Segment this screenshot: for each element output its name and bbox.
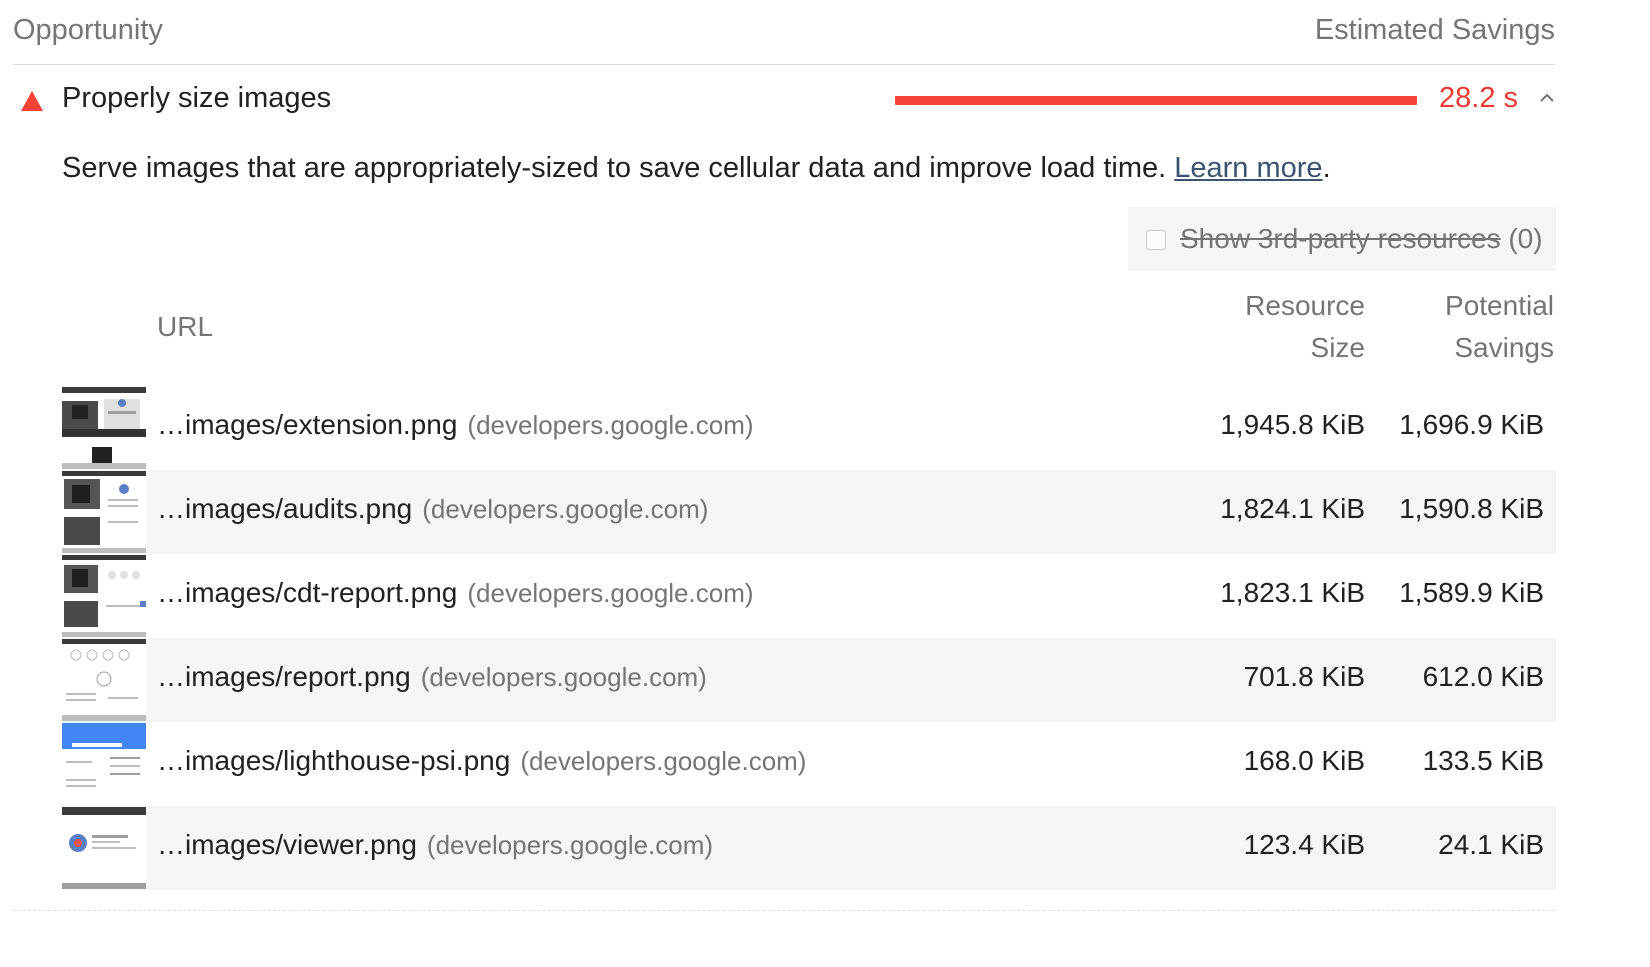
resource-host: (developers.google.com) bbox=[420, 662, 707, 692]
resource-host: (developers.google.com) bbox=[422, 494, 709, 524]
potential-savings-column-header: Potential Savings bbox=[1380, 285, 1554, 369]
table-row: …images/audits.png (developers.google.com… bbox=[62, 470, 1556, 554]
resource-table: …images/extension.png (developers.google.… bbox=[62, 386, 1556, 890]
potential-savings-header-line1: Potential bbox=[1445, 290, 1554, 321]
resource-path: …images/lighthouse-psi.png bbox=[157, 745, 511, 776]
table-row: …images/cdt-report.png (developers.google… bbox=[62, 554, 1556, 638]
resource-host: (developers.google.com) bbox=[467, 410, 754, 440]
third-party-filter: Show 3rd-party resources (0) bbox=[1128, 207, 1556, 271]
resource-url[interactable]: …images/extension.png (developers.google.… bbox=[157, 409, 754, 441]
audit-table-header: Opportunity Estimated Savings bbox=[13, 0, 1555, 65]
savings-bar bbox=[895, 96, 1417, 105]
resource-size: 168.0 KiB bbox=[1243, 745, 1365, 776]
third-party-filter-text: Show 3rd-party resources bbox=[1180, 223, 1501, 254]
potential-savings: 1,589.9 KiB bbox=[1399, 577, 1544, 608]
resource-size-header-line2: Size bbox=[1310, 332, 1365, 363]
table-row: …images/extension.png (developers.google.… bbox=[62, 386, 1556, 470]
audit-description: Serve images that are appropriately-size… bbox=[62, 152, 1331, 185]
thumbnail-image bbox=[62, 639, 146, 721]
resource-size: 701.8 KiB bbox=[1243, 661, 1365, 692]
resource-url[interactable]: …images/cdt-report.png (developers.google… bbox=[157, 577, 754, 609]
thumbnail-image bbox=[62, 555, 146, 637]
potential-savings: 612.0 KiB bbox=[1422, 661, 1544, 692]
resource-size-column-header: Resource Size bbox=[1166, 285, 1365, 369]
description-text: Serve images that are appropriately-size… bbox=[62, 152, 1167, 184]
potential-savings: 24.1 KiB bbox=[1438, 829, 1544, 860]
resource-host: (developers.google.com) bbox=[426, 830, 714, 860]
audit-title: Properly size images bbox=[62, 82, 332, 114]
resource-size: 123.4 KiB bbox=[1243, 829, 1365, 860]
resource-path: …images/cdt-report.png bbox=[157, 577, 458, 608]
resource-host: (developers.google.com) bbox=[520, 746, 807, 776]
resource-host: (developers.google.com) bbox=[467, 578, 754, 608]
estimated-savings-column-label: Estimated Savings bbox=[1314, 14, 1555, 46]
resource-size: 1,823.1 KiB bbox=[1220, 577, 1365, 608]
savings-value: 28.2 s bbox=[1439, 82, 1518, 114]
chevron-up-icon[interactable] bbox=[1537, 88, 1557, 108]
resource-path: …images/viewer.png bbox=[157, 829, 417, 860]
learn-more-link[interactable]: Learn more bbox=[1174, 152, 1322, 184]
potential-savings: 133.5 KiB bbox=[1422, 745, 1544, 776]
potential-savings: 1,590.8 KiB bbox=[1399, 493, 1544, 524]
savings-bar-fill bbox=[895, 96, 1417, 105]
section-divider bbox=[13, 910, 1555, 911]
resource-path: …images/extension.png bbox=[157, 409, 458, 440]
resource-url[interactable]: …images/lighthouse-psi.png (developers.go… bbox=[157, 745, 806, 777]
resource-size: 1,945.8 KiB bbox=[1220, 409, 1365, 440]
audit-properly-size-images[interactable]: Properly size images 28.2 s bbox=[13, 64, 1555, 136]
resource-size-header-line1: Resource bbox=[1245, 290, 1365, 321]
table-row: …images/viewer.png (developers.google.com… bbox=[62, 806, 1556, 890]
resource-path: …images/audits.png bbox=[157, 493, 413, 524]
resource-size: 1,824.1 KiB bbox=[1220, 493, 1365, 524]
thumbnail-image bbox=[62, 723, 146, 805]
potential-savings: 1,696.9 KiB bbox=[1399, 409, 1544, 440]
thumbnail-image bbox=[62, 387, 146, 469]
third-party-filter-label[interactable]: Show 3rd-party resources (0) bbox=[1180, 223, 1543, 255]
opportunity-column-label: Opportunity bbox=[13, 14, 163, 46]
table-row: …images/lighthouse-psi.png (developers.go… bbox=[62, 722, 1556, 806]
thumbnail-image bbox=[62, 471, 146, 553]
resource-path: …images/report.png bbox=[157, 661, 411, 692]
resource-url[interactable]: …images/viewer.png (developers.google.com… bbox=[157, 829, 713, 861]
url-column-header: URL bbox=[157, 311, 214, 342]
third-party-count: (0) bbox=[1508, 223, 1543, 254]
third-party-checkbox[interactable] bbox=[1146, 230, 1166, 250]
warning-triangle-icon bbox=[21, 91, 43, 111]
thumbnail-image bbox=[62, 807, 146, 889]
potential-savings-header-line2: Savings bbox=[1454, 332, 1554, 363]
resource-url[interactable]: …images/report.png (developers.google.com… bbox=[157, 661, 707, 693]
description-suffix: . bbox=[1322, 152, 1331, 184]
table-row: …images/report.png (developers.google.com… bbox=[62, 638, 1556, 722]
resource-url[interactable]: …images/audits.png (developers.google.com… bbox=[157, 493, 708, 525]
